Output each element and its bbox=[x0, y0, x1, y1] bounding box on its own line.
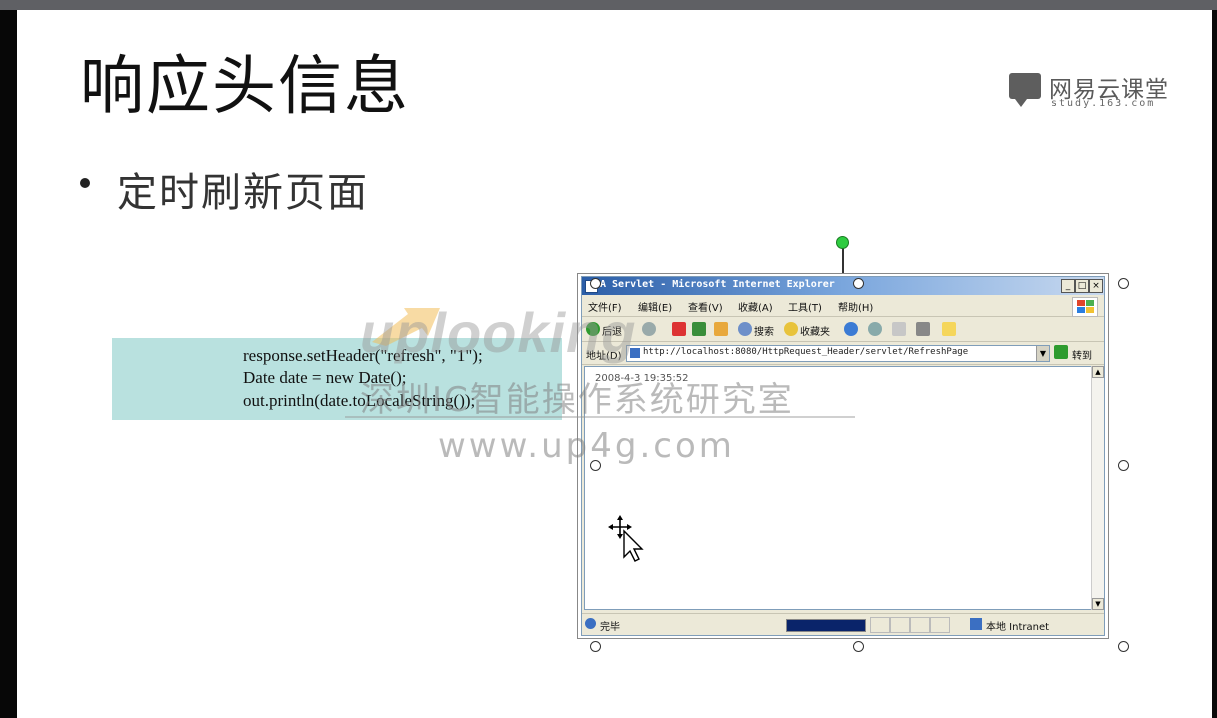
ie-statusbar: 完毕 本地 Intranet bbox=[582, 613, 1104, 634]
menu-view[interactable]: 查看(V) bbox=[688, 299, 723, 314]
resize-handle-s[interactable] bbox=[853, 641, 864, 652]
ie-toolbar: 后退 搜索 收藏夹 bbox=[582, 317, 1104, 342]
slide-title: 响应头信息 bbox=[80, 50, 410, 124]
intranet-zone-icon bbox=[970, 618, 982, 630]
bullet-dot bbox=[80, 178, 90, 188]
player-left-border bbox=[0, 10, 17, 718]
bullet-text: 定时刷新页面 bbox=[117, 170, 369, 216]
go-label[interactable]: 转到 bbox=[1072, 347, 1092, 362]
minimize-icon[interactable]: _ bbox=[1061, 279, 1075, 293]
scroll-down-icon[interactable]: ▼ bbox=[1092, 598, 1104, 610]
logo-sub: study.163.com bbox=[1051, 98, 1156, 109]
chevron-down-icon[interactable]: ▼ bbox=[1036, 346, 1049, 361]
watermark-divider bbox=[345, 416, 855, 418]
home-icon[interactable] bbox=[714, 322, 728, 336]
status-cell bbox=[930, 617, 950, 633]
watermark-cn: 深圳IC智能操作系统研究室 bbox=[360, 380, 794, 420]
player-right-border bbox=[1212, 10, 1217, 718]
folder-icon[interactable] bbox=[942, 322, 956, 336]
history-icon[interactable] bbox=[868, 322, 882, 336]
favorites-icon[interactable] bbox=[784, 322, 798, 336]
chat-bubble-icon bbox=[1009, 73, 1041, 107]
player-top-bar bbox=[0, 0, 1217, 10]
refresh-icon[interactable] bbox=[692, 322, 706, 336]
rotate-handle[interactable] bbox=[836, 236, 849, 249]
address-input[interactable]: http://localhost:8080/HttpRequest_Header… bbox=[626, 345, 1050, 362]
print-icon[interactable] bbox=[916, 322, 930, 336]
status-text: 完毕 bbox=[600, 622, 620, 633]
resize-handle-n[interactable] bbox=[853, 278, 864, 289]
maximize-icon[interactable]: □ bbox=[1075, 279, 1089, 293]
netease-logo: 网易云课堂 study.163.com bbox=[1009, 70, 1179, 112]
menu-favorites[interactable]: 收藏(A) bbox=[738, 299, 773, 314]
ie-menubar: 文件(F) 编辑(E) 查看(V) 收藏(A) 工具(T) 帮助(H) bbox=[582, 295, 1104, 317]
search-icon[interactable] bbox=[738, 322, 752, 336]
close-icon[interactable]: × bbox=[1089, 279, 1103, 293]
mail-icon[interactable] bbox=[892, 322, 906, 336]
ie-titlebar: A Servlet - Microsoft Internet Explorer … bbox=[582, 277, 1104, 295]
resize-handle-ne[interactable] bbox=[1118, 278, 1129, 289]
scroll-up-icon[interactable]: ▲ bbox=[1092, 366, 1104, 378]
status-cell bbox=[910, 617, 930, 633]
progress-bar bbox=[786, 619, 866, 632]
menu-edit[interactable]: 编辑(E) bbox=[638, 299, 672, 314]
status-cell bbox=[870, 617, 890, 633]
media-icon[interactable] bbox=[844, 322, 858, 336]
resize-handle-nw[interactable] bbox=[590, 278, 601, 289]
status-cell bbox=[890, 617, 910, 633]
resize-handle-se[interactable] bbox=[1118, 641, 1129, 652]
watermark-url: www.up4g.com bbox=[438, 426, 735, 466]
favorites-label[interactable]: 收藏夹 bbox=[800, 323, 830, 338]
zone-text: 本地 Intranet bbox=[986, 622, 1050, 633]
search-label[interactable]: 搜索 bbox=[754, 323, 774, 338]
ie-status-icon bbox=[585, 618, 596, 629]
resize-handle-sw[interactable] bbox=[590, 641, 601, 652]
resize-handle-e[interactable] bbox=[1118, 460, 1129, 471]
stop-icon[interactable] bbox=[672, 322, 686, 336]
move-cursor-icon bbox=[608, 515, 644, 562]
menu-tools[interactable]: 工具(T) bbox=[788, 299, 822, 314]
watermark-brand: uplooking bbox=[360, 301, 637, 364]
menu-help[interactable]: 帮助(H) bbox=[838, 299, 873, 314]
address-url: http://localhost:8080/HttpRequest_Header… bbox=[643, 347, 969, 357]
go-arrow-icon[interactable] bbox=[1054, 345, 1068, 359]
vertical-scrollbar[interactable]: ▲ ▼ bbox=[1091, 366, 1104, 610]
ie-address-bar: 地址(D) http://localhost:8080/HttpRequest_… bbox=[582, 342, 1104, 365]
forward-icon[interactable] bbox=[642, 322, 656, 336]
windows-flag-icon bbox=[1072, 297, 1098, 317]
ie-title-text: A Servlet - Microsoft Internet Explorer bbox=[600, 279, 835, 290]
